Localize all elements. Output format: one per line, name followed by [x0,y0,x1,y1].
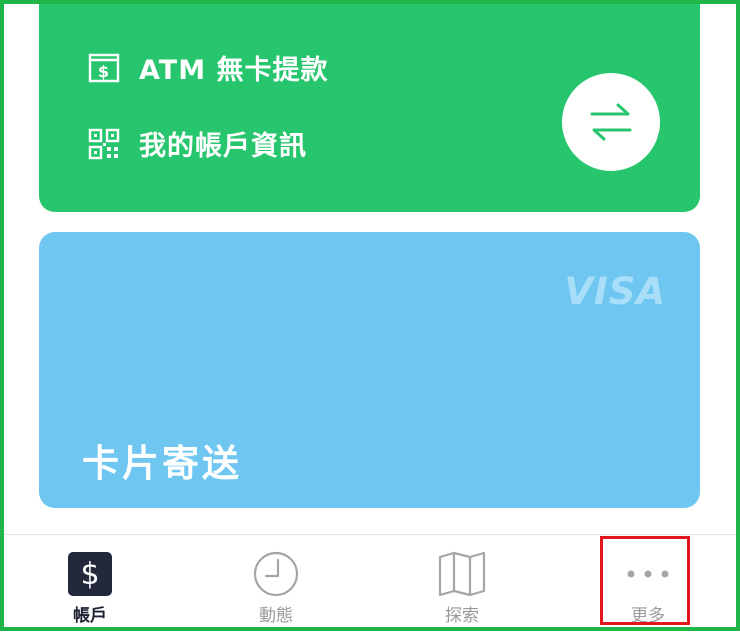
tab-accounts-label: 帳戶 [73,606,107,626]
atm-cardless-label: ATM 無卡提款 [139,55,329,86]
quick-actions-card: $ ATM 無卡提款 我的帳戶資訊 [39,0,700,212]
my-account-info-label: 我的帳戶資訊 [139,131,307,162]
tab-more[interactable]: 更多 [588,535,708,632]
bottom-tab-bar: $ 帳戶 動態 探索 更多 [0,534,740,632]
tab-more-label: 更多 [631,606,665,626]
atm-icon: $ [87,51,121,85]
atm-cardless-withdrawal-item[interactable]: $ ATM 無卡提款 [87,48,329,87]
clock-icon [253,551,299,597]
tab-explore-label: 探索 [445,606,479,626]
svg-text:$: $ [98,62,110,81]
my-account-info-item[interactable]: 我的帳戶資訊 [87,124,307,163]
swap-button[interactable] [562,73,660,171]
map-icon [438,551,486,597]
tab-accounts[interactable]: $ 帳戶 [30,535,150,632]
tab-activity[interactable]: 動態 [216,535,336,632]
visa-logo: VISA [564,270,666,313]
tab-activity-label: 動態 [259,606,293,626]
more-dots-icon [627,570,669,578]
card-delivery-card[interactable]: VISA 卡片寄送 [39,232,700,508]
qr-code-icon [87,127,121,161]
dollar-icon: $ [68,552,112,596]
card-delivery-title: 卡片寄送 [82,442,242,485]
swap-arrows-icon [590,103,632,141]
tab-explore[interactable]: 探索 [402,535,522,632]
